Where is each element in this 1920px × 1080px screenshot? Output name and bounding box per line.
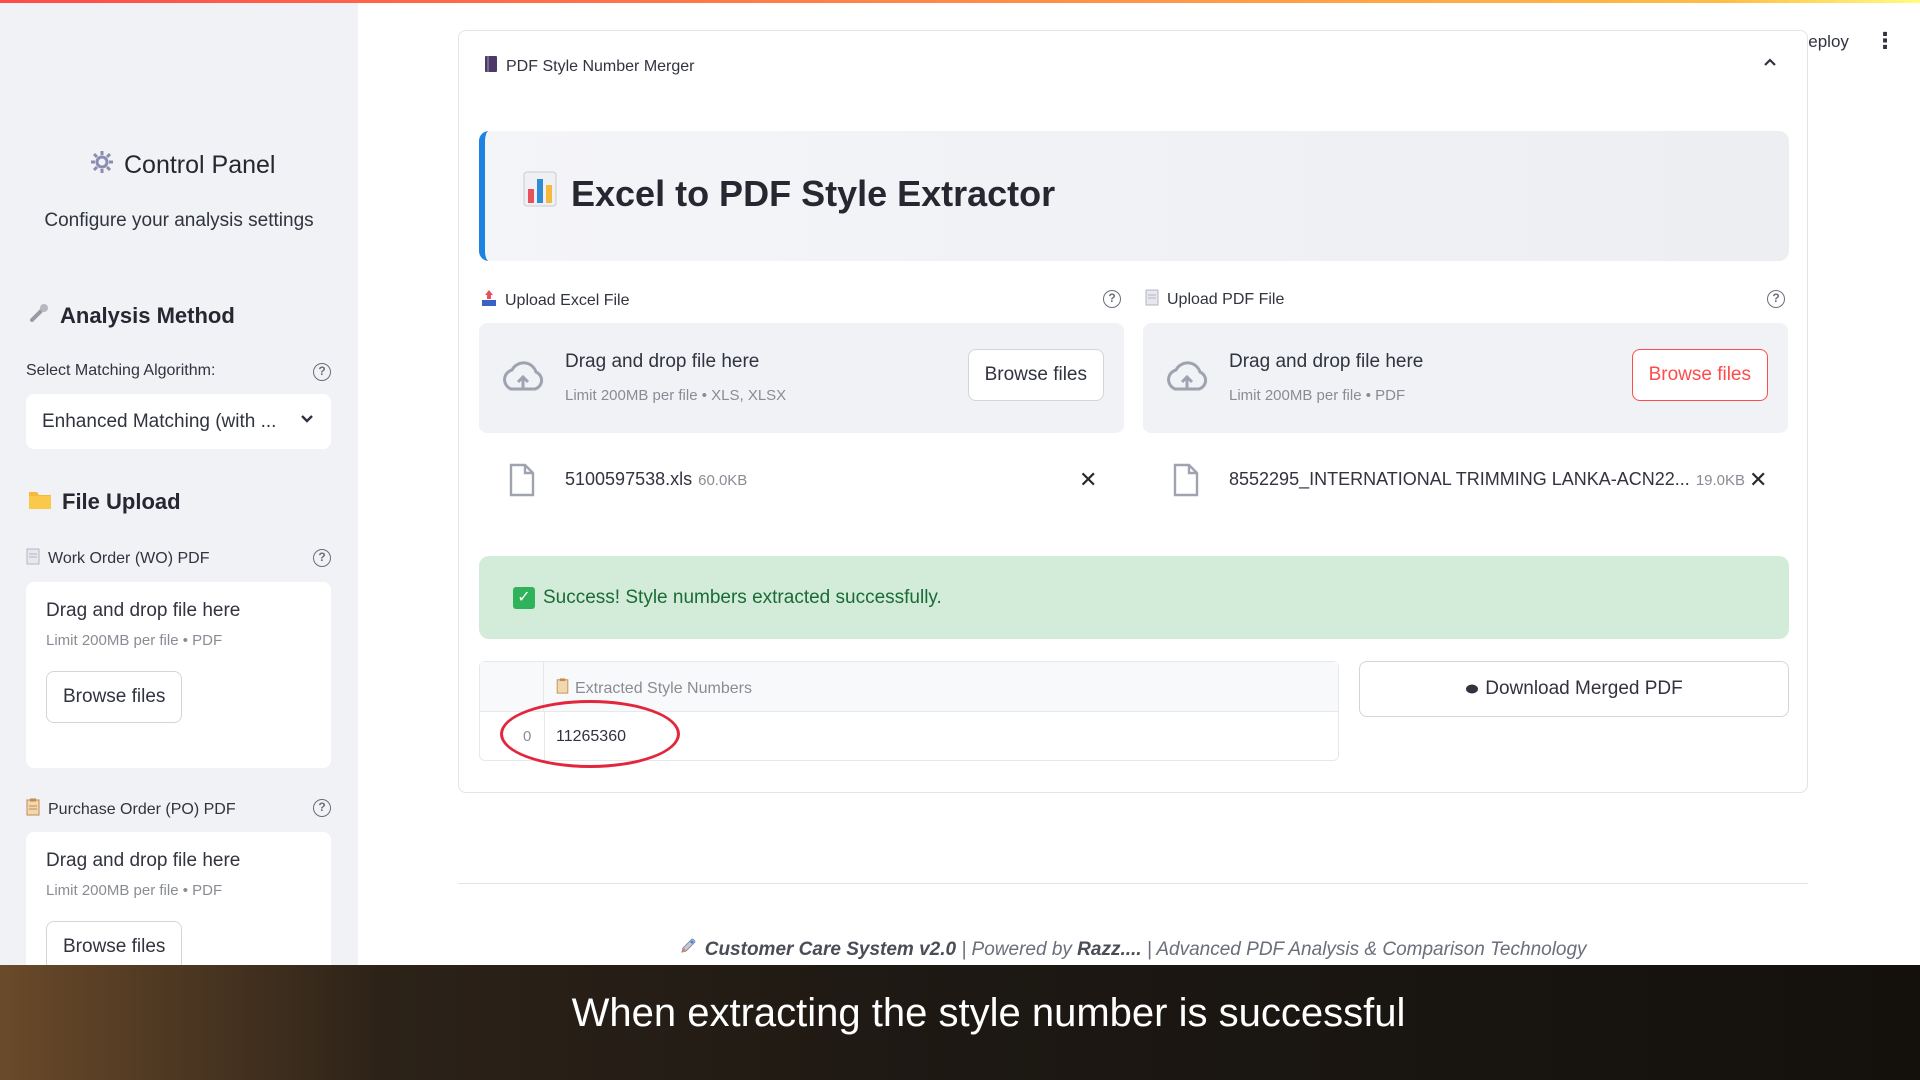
wrench-icon: [28, 302, 50, 330]
pdf-browse-button[interactable]: Browse files: [1631, 349, 1768, 401]
analysis-method-heading: Analysis Method: [28, 302, 235, 330]
wo-browse-button[interactable]: Browse files: [46, 671, 183, 723]
success-alert: ✓ Success! Style numbers extracted succe…: [479, 556, 1789, 639]
clipboard-icon: [26, 798, 40, 821]
pdf-file-name: 8552295_INTERNATIONAL TRIMMING LANKA-ACN…: [1229, 469, 1745, 490]
help-icon[interactable]: ?: [313, 363, 331, 381]
annotation-highlight-circle: [500, 700, 680, 768]
footer-tagline: | Advanced PDF Analysis & Comparison Tec…: [1141, 939, 1587, 960]
file-icon: [1173, 463, 1199, 502]
pdf-upload-label-text: Upload PDF File: [1167, 291, 1285, 308]
algorithm-select-value: Enhanced Matching (with ...: [42, 410, 277, 432]
caption-text: When extracting the style number is succ…: [571, 991, 1406, 1035]
pdf-file-name-text: 8552295_INTERNATIONAL TRIMMING LANKA-ACN…: [1229, 469, 1690, 489]
wo-dropzone[interactable]: Drag and drop file here Limit 200MB per …: [26, 582, 331, 768]
hero-title: Excel to PDF Style Extractor: [523, 171, 1055, 216]
bar-chart-icon: [523, 171, 557, 216]
file-upload-text: File Upload: [62, 489, 181, 514]
index-column-header: [480, 662, 544, 712]
chevron-up-icon[interactable]: [1763, 55, 1777, 74]
column-header[interactable]: Extracted Style Numbers: [556, 678, 752, 699]
drop-text: Drag and drop file here: [565, 351, 760, 372]
close-icon[interactable]: ✕: [1749, 467, 1767, 493]
notebook-icon: [484, 55, 498, 78]
video-caption-bar: When extracting the style number is succ…: [0, 965, 1920, 1080]
more-menu-icon[interactable]: ⋮: [1874, 28, 1896, 54]
algorithm-select[interactable]: Enhanced Matching (with ...: [26, 394, 331, 449]
close-icon[interactable]: ✕: [1079, 467, 1097, 493]
sidebar-title-text: Control Panel: [124, 151, 276, 179]
chevron-down-icon: [299, 411, 315, 433]
excel-uploaded-file: 5100597538.xls 60.0KB ✕: [479, 463, 1124, 503]
checkmark-icon: ✓: [513, 586, 535, 609]
help-icon[interactable]: ?: [1767, 290, 1785, 308]
po-label-text: Purchase Order (PO) PDF: [48, 800, 236, 818]
select-label: Select Matching Algorithm:: [26, 362, 216, 379]
page-icon: [26, 548, 40, 570]
excel-file-name-text: 5100597538.xls: [565, 469, 693, 489]
inbox-tray-icon: [481, 289, 497, 312]
disk-icon: [1465, 678, 1479, 700]
column-header-text: Extracted Style Numbers: [575, 679, 752, 697]
expander-title: PDF Style Number Merger: [506, 57, 695, 75]
pdf-dropzone[interactable]: Drag and drop file here Limit 200MB per …: [1143, 323, 1788, 433]
help-icon[interactable]: ?: [1103, 290, 1121, 308]
folder-icon: [28, 488, 52, 516]
page-icon: [1145, 289, 1159, 311]
hero-banner: Excel to PDF Style Extractor: [479, 131, 1789, 261]
expander-header[interactable]: PDF Style Number Merger: [484, 55, 695, 78]
sidebar-title: Control Panel: [90, 150, 275, 181]
help-icon[interactable]: ?: [313, 549, 331, 567]
cloud-upload-icon: [1163, 357, 1211, 402]
pdf-uploaded-file: 8552295_INTERNATIONAL TRIMMING LANKA-ACN…: [1143, 463, 1788, 503]
sidebar: Control Panel Configure your analysis se…: [0, 0, 358, 1080]
clipboard-icon: [556, 678, 569, 699]
excel-browse-button[interactable]: Browse files: [967, 349, 1104, 401]
top-decoration-bar: [0, 0, 1920, 3]
wo-label-text: Work Order (WO) PDF: [48, 550, 210, 567]
footer: Customer Care System v2.0 | Powered by R…: [458, 935, 1808, 961]
success-message: Success! Style numbers extracted success…: [543, 586, 942, 608]
po-label: Purchase Order (PO) PDF: [26, 798, 236, 821]
drop-limit: Limit 200MB per file • XLS, XLSX: [565, 387, 787, 404]
footer-brand: Razz....: [1077, 939, 1142, 960]
rocket-icon: [679, 938, 704, 960]
pdf-upload-label: Upload PDF File: [1145, 289, 1284, 311]
excel-upload-label: Upload Excel File: [481, 289, 630, 312]
drop-limit: Limit 200MB per file • PDF: [1229, 387, 1406, 404]
excel-file-name: 5100597538.xls 60.0KB: [565, 469, 747, 490]
drop-limit: Limit 200MB per file • PDF: [46, 632, 223, 649]
style-merger-expander: PDF Style Number Merger Excel to PDF Sty…: [458, 30, 1808, 793]
footer-system: Customer Care System v2.0: [704, 939, 957, 960]
analysis-method-text: Analysis Method: [60, 303, 235, 328]
download-merged-pdf-button[interactable]: Download Merged PDF: [1359, 661, 1789, 717]
excel-dropzone[interactable]: Drag and drop file here Limit 200MB per …: [479, 323, 1124, 433]
sidebar-subtitle: Configure your analysis settings: [44, 210, 314, 231]
wo-label: Work Order (WO) PDF: [26, 548, 209, 570]
drop-limit: Limit 200MB per file • PDF: [46, 882, 223, 899]
help-icon[interactable]: ?: [313, 799, 331, 817]
excel-upload-label-text: Upload Excel File: [505, 291, 630, 309]
footer-divider: [458, 883, 1808, 884]
excel-file-size: 60.0KB: [698, 472, 748, 489]
file-upload-heading: File Upload: [28, 488, 181, 516]
pdf-file-size: 19.0KB: [1695, 472, 1746, 489]
drop-text: Drag and drop file here: [1229, 351, 1424, 372]
footer-powered: | Powered by: [956, 939, 1078, 960]
drop-text: Drag and drop file here: [46, 600, 241, 621]
file-icon: [509, 463, 535, 502]
drop-text: Drag and drop file here: [46, 850, 241, 871]
download-label: Download Merged PDF: [1485, 678, 1683, 699]
cloud-upload-icon: [499, 357, 547, 402]
hero-title-text: Excel to PDF Style Extractor: [571, 172, 1056, 214]
gear-icon: [90, 150, 114, 181]
